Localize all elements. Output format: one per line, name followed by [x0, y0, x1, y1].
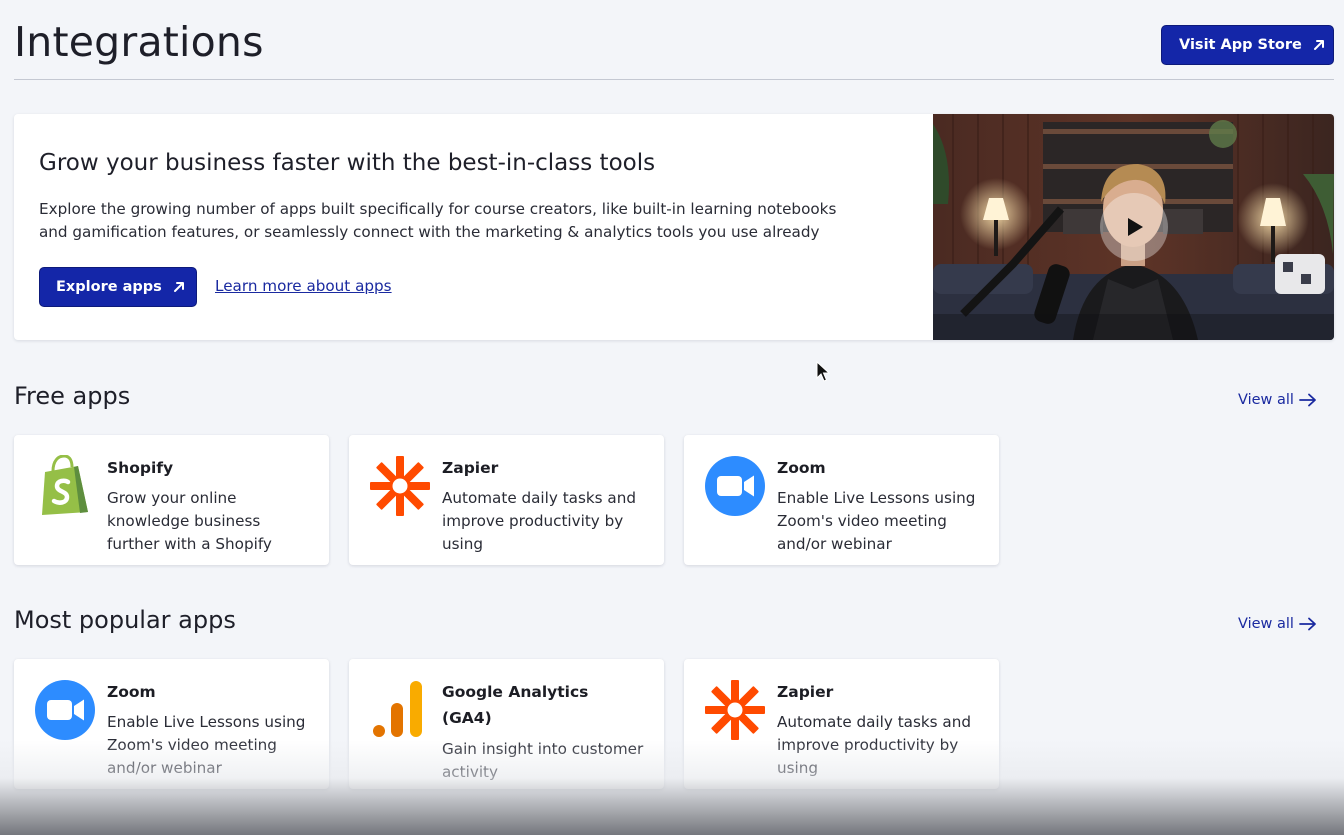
popular-apps-heading: Most popular apps	[14, 606, 236, 634]
app-card-description: Enable Live Lessons using Zoom's video m…	[777, 489, 976, 553]
hero-video-thumbnail[interactable]	[933, 114, 1334, 340]
shopify-icon	[34, 455, 96, 517]
app-card-zapier[interactable]: Zapier Automate daily tasks and improve …	[684, 659, 999, 789]
app-card-name: Zapier	[777, 683, 834, 701]
view-all-label: View all	[1238, 392, 1294, 408]
visit-app-store-label: Visit App Store	[1179, 37, 1302, 53]
learn-more-link[interactable]: Learn more about apps	[215, 277, 392, 295]
app-card-description: Automate daily tasks and improve product…	[442, 489, 636, 553]
google-analytics-icon	[369, 679, 431, 741]
app-card-zoom[interactable]: Zoom Enable Live Lessons using Zoom's vi…	[684, 435, 999, 565]
external-arrow-icon	[1312, 38, 1326, 52]
hero-description: Explore the growing number of apps built…	[39, 200, 837, 241]
popular-apps-view-all-link[interactable]: View all	[1238, 616, 1317, 632]
explore-apps-label: Explore apps	[56, 279, 162, 295]
arrow-right-icon	[1299, 393, 1317, 407]
hero-title: Grow your business faster with the best-…	[39, 150, 656, 176]
page-title: Integrations	[14, 18, 264, 66]
app-card-name: Zoom	[107, 683, 156, 701]
zoom-icon	[34, 679, 96, 741]
explore-apps-button[interactable]: Explore apps	[39, 267, 197, 307]
app-card-description: Grow your online knowledge business furt…	[107, 489, 272, 553]
app-card-name: Zapier	[442, 459, 499, 477]
app-card-name: Google Analytics (GA4)	[442, 683, 589, 727]
mouse-cursor-icon	[816, 361, 830, 382]
header-divider	[14, 79, 1334, 80]
arrow-right-icon	[1299, 617, 1317, 631]
app-card-description: Automate daily tasks and improve product…	[777, 713, 971, 777]
free-apps-heading: Free apps	[14, 382, 131, 410]
app-card-description: Gain insight into customer activity	[442, 740, 644, 781]
app-card-zoom[interactable]: Zoom Enable Live Lessons using Zoom's vi…	[14, 659, 329, 789]
zapier-icon	[704, 679, 766, 741]
app-card-zapier[interactable]: Zapier Automate daily tasks and improve …	[349, 435, 664, 565]
external-arrow-icon	[172, 280, 186, 294]
view-all-label: View all	[1238, 616, 1294, 632]
zapier-icon	[369, 455, 431, 517]
app-card-google-analytics[interactable]: Google Analytics (GA4) Gain insight into…	[349, 659, 664, 789]
app-card-description: Enable Live Lessons using Zoom's video m…	[107, 713, 306, 777]
app-card-shopify[interactable]: Shopify Grow your online knowledge busin…	[14, 435, 329, 565]
play-video-button[interactable]	[1100, 193, 1168, 261]
app-card-name: Shopify	[107, 459, 174, 477]
visit-app-store-button[interactable]: Visit App Store	[1161, 25, 1334, 65]
play-icon	[1128, 218, 1143, 236]
zoom-icon	[704, 455, 766, 517]
hero-banner: Grow your business faster with the best-…	[14, 114, 1334, 340]
integrations-page: Integrations Visit App Store Grow your b…	[0, 0, 1344, 835]
free-apps-view-all-link[interactable]: View all	[1238, 392, 1317, 408]
app-card-name: Zoom	[777, 459, 826, 477]
